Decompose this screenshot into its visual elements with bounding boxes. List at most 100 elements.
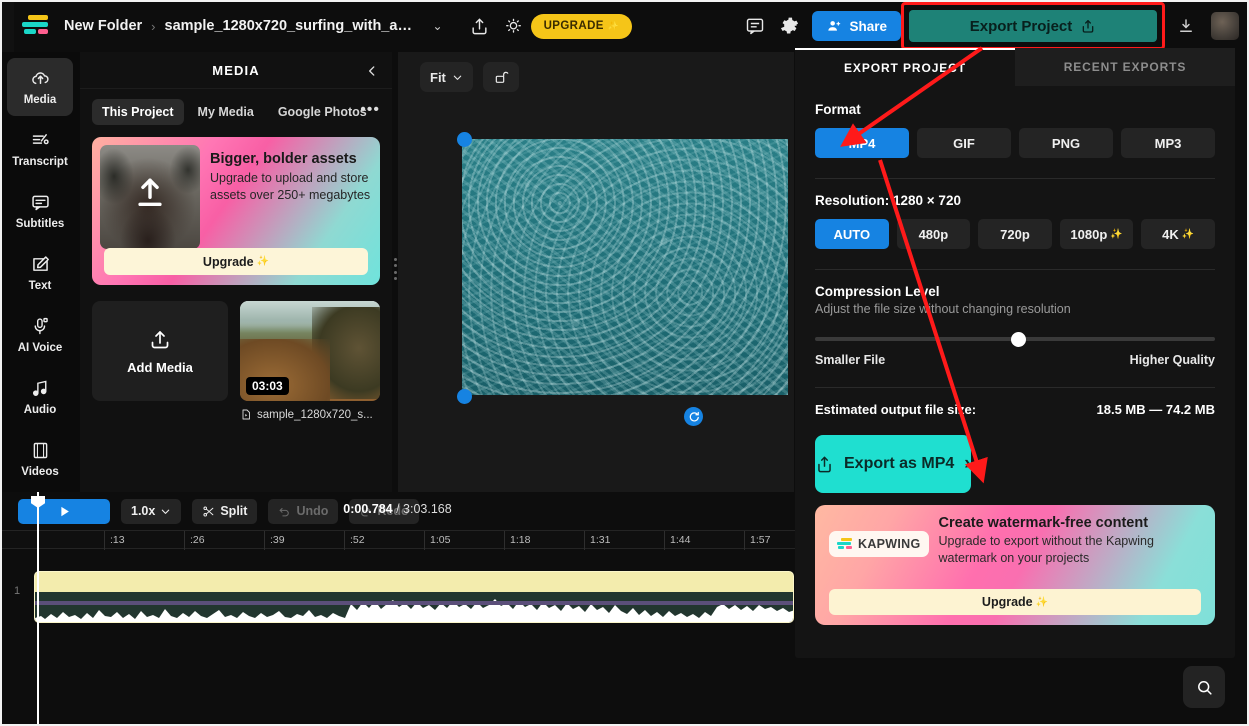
user-avatar[interactable]: [1211, 12, 1239, 40]
lock-toggle-button[interactable]: [482, 62, 519, 92]
comment-icon[interactable]: [738, 9, 772, 43]
fit-dropdown[interactable]: Fit: [420, 62, 473, 92]
rail-item-ai-voice[interactable]: AI Voice: [7, 306, 73, 364]
resolution-option-auto[interactable]: AUTO: [815, 219, 889, 249]
rail-item-media[interactable]: Media: [7, 58, 73, 116]
promo-upgrade-button[interactable]: Upgrade ✨: [104, 248, 368, 275]
redo-button[interactable]: Redo: [349, 498, 419, 524]
breadcrumb-project-name[interactable]: sample_1280x720_surfing_with_au...: [165, 18, 415, 34]
watermark-upsell-card[interactable]: KAPWING Create watermark-free content Up…: [815, 505, 1215, 625]
resolution-option-480p[interactable]: 480p: [896, 219, 971, 249]
slider-knob[interactable]: [1011, 332, 1026, 347]
rail-item-videos[interactable]: Videos: [7, 430, 73, 488]
resolution-option-1080p[interactable]: 1080p ✨: [1059, 219, 1134, 249]
microphone-icon: [34, 317, 48, 335]
media-panel: MEDIA This Project My Media Google Photo…: [80, 52, 392, 492]
resolution-options: AUTO 480p 720p 1080p ✨ 4K ✨: [815, 219, 1215, 249]
undo-icon: [280, 507, 290, 516]
format-option-mp3[interactable]: MP3: [1121, 128, 1215, 158]
timeline-ruler[interactable]: :13 :26 :39 :52 1:05 1:18 1:31 1:44 1:57: [0, 530, 795, 550]
waveform-midline: [35, 601, 793, 605]
kapwing-brand-badge: KAPWING: [829, 531, 929, 557]
download-icon[interactable]: [1171, 11, 1201, 41]
label: 480p: [918, 226, 949, 242]
breadcrumb-folder[interactable]: New Folder: [64, 18, 142, 34]
label: 4K: [1162, 226, 1179, 242]
format-option-mp4[interactable]: MP4: [815, 128, 909, 158]
chevron-left-icon[interactable]: [362, 61, 382, 81]
more-horizontal-icon[interactable]: •••: [360, 101, 380, 119]
format-option-png[interactable]: PNG: [1019, 128, 1113, 158]
promo-subtitle: Upgrade to upload and store assets over …: [210, 171, 371, 202]
crop-handle-top-left[interactable]: [457, 132, 472, 147]
rail-item-transcript[interactable]: Transcript: [7, 120, 73, 178]
upload-icon: [151, 330, 169, 348]
media-asset-item[interactable]: 03:03 sample_1280x720_s...: [240, 301, 380, 421]
add-media-button[interactable]: Add Media: [92, 301, 228, 401]
format-section-label: Format: [815, 102, 861, 117]
promo-card-bigger-assets[interactable]: Bigger, bolder assets Upgrade to upload …: [92, 137, 380, 285]
upgrade-button[interactable]: UPGRADE ✨: [530, 13, 633, 39]
share-button[interactable]: Share: [812, 11, 901, 41]
watermark-card-subtitle: Upgrade to export without the Kapwing wa…: [938, 534, 1154, 565]
rail-label-text: Text: [28, 280, 52, 292]
export-panel-tabs: EXPORT PROJECT RECENT EXPORTS: [795, 48, 1235, 86]
compression-slider[interactable]: [815, 332, 1215, 347]
search-button[interactable]: [1183, 666, 1225, 708]
ruler-tick: :13: [104, 531, 125, 550]
label: 720p: [1000, 226, 1030, 242]
timeline-panel: 1.0x Split Undo Redo 0:00.784 / 3:03.168…: [0, 492, 795, 726]
sparkle-icon: ✨: [1035, 596, 1049, 608]
export-share-icon: [818, 456, 831, 472]
rail-item-audio[interactable]: Audio: [7, 368, 73, 426]
kapwing-logo-icon[interactable]: [22, 15, 52, 37]
tab-export-project[interactable]: EXPORT PROJECT: [795, 48, 1015, 86]
media-tab-this-project[interactable]: This Project: [92, 99, 184, 125]
text-edit-icon: [32, 256, 49, 271]
playback-speed-dropdown[interactable]: 1.0x: [121, 498, 182, 524]
project-menu-chevron-down-icon[interactable]: ⌄: [433, 19, 443, 33]
compression-label: Compression Level: [815, 284, 940, 299]
compression-sublabel: Adjust the file size without changing re…: [815, 302, 1071, 316]
export-project-button[interactable]: Export Project: [909, 10, 1157, 42]
kapwing-logo-icon: [837, 538, 853, 550]
share-upload-icon[interactable]: [463, 9, 497, 43]
resolution-option-4k[interactable]: 4K ✨: [1141, 219, 1215, 249]
timeline-clip[interactable]: [34, 571, 794, 623]
crop-handle-bottom-left[interactable]: [457, 389, 472, 404]
slider-label-smaller: Smaller File: [815, 353, 886, 367]
lightbulb-icon[interactable]: [497, 9, 531, 43]
export-panel: EXPORT PROJECT RECENT EXPORTS Format MP4…: [795, 48, 1235, 658]
export-as-mp4-button[interactable]: Export as MP4 ›: [815, 435, 971, 493]
kapwing-brand-name: KAPWING: [858, 537, 921, 551]
export-panel-body: Format MP4 GIF PNG MP3 Resolution: 1280 …: [795, 86, 1235, 417]
media-tab-my-media[interactable]: My Media: [188, 99, 264, 125]
divider: [815, 269, 1215, 270]
rail-item-subtitles[interactable]: Subtitles: [7, 182, 73, 240]
film-strip-icon: [33, 442, 47, 459]
slider-endpoint-labels: Smaller File Higher Quality: [815, 353, 1215, 367]
ruler-tick: 1:18: [504, 531, 530, 550]
label: 1080p: [1070, 226, 1108, 242]
split-button[interactable]: Split: [192, 498, 258, 524]
undo-button[interactable]: Undo: [268, 498, 339, 524]
resolution-value: 1280 × 720: [893, 193, 961, 208]
divider: [815, 387, 1215, 388]
format-option-gif[interactable]: GIF: [917, 128, 1011, 158]
estimated-size-value: 18.5 MB — 74.2 MB: [1096, 402, 1216, 417]
resolution-option-720p[interactable]: 720p: [978, 219, 1052, 249]
audio-waveform: [35, 592, 793, 622]
rail-label-ai-voice: AI Voice: [17, 342, 63, 354]
add-person-icon: [828, 21, 841, 31]
timeline-toolbar: 1.0x Split Undo Redo 0:00.784 / 3:03.168: [0, 492, 795, 530]
video-canvas[interactable]: [462, 139, 788, 395]
rail-item-text[interactable]: Text: [7, 244, 73, 302]
rotate-handle[interactable]: [684, 407, 703, 426]
timeline-playhead[interactable]: [31, 492, 45, 726]
tab-recent-exports[interactable]: RECENT EXPORTS: [1015, 48, 1235, 86]
watermark-upgrade-button[interactable]: Upgrade ✨: [829, 589, 1201, 615]
waveform-path: [35, 599, 793, 622]
ruler-tick: :26: [184, 531, 205, 550]
redo-label: Redo: [377, 504, 409, 518]
gear-icon[interactable]: [772, 9, 806, 43]
